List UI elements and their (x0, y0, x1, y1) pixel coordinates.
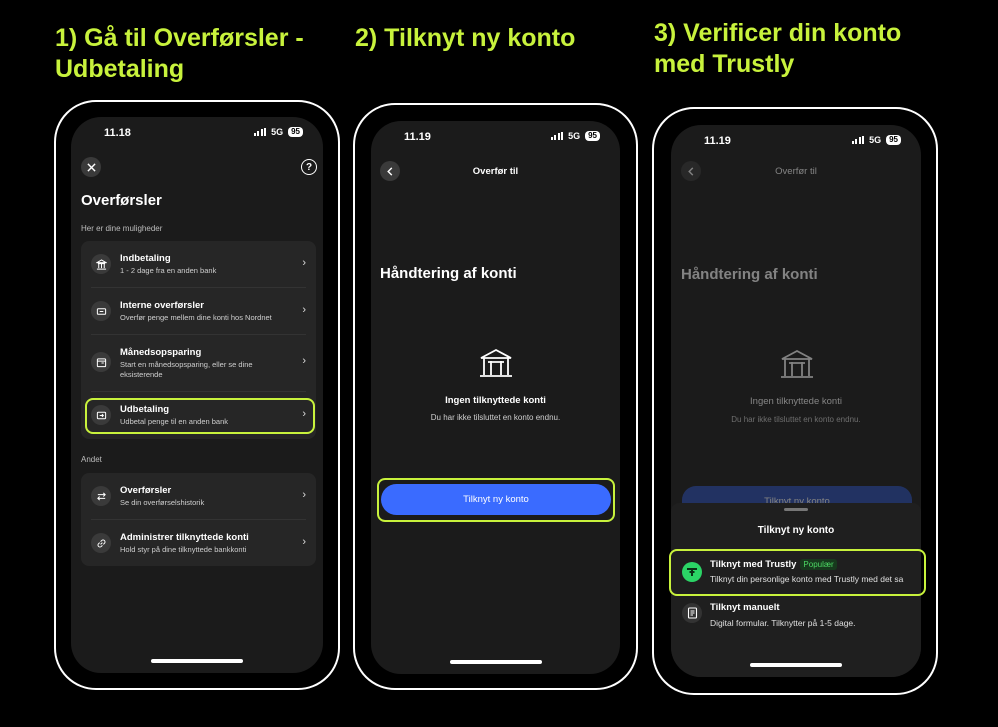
status-bar: 11.19 5G 95 (371, 121, 620, 151)
help-button[interactable]: ? (301, 159, 317, 175)
highlight-trustly (669, 549, 926, 596)
status-bar: 11.19 5G 95 (671, 125, 921, 155)
transfer-icon (91, 301, 111, 321)
close-icon (86, 162, 96, 172)
option-manual-title: Tilknyt manuelt (710, 602, 780, 613)
step-1-title-line1: 1) Gå til Overførsler - (55, 24, 304, 52)
home-indicator (449, 660, 542, 664)
step-3-title: 3) Verificer din konto med Trustly (654, 18, 901, 80)
home-indicator (750, 663, 842, 667)
step-3-title-line2: med Trustly (654, 50, 795, 78)
sheet-title: Tilknyt ny konto (757, 525, 835, 536)
empty-state-title: Ingen tilknyttede konti (750, 396, 842, 407)
list-item-title: Overførsler (120, 485, 172, 496)
page-heading: Håndtering af konti (681, 266, 818, 283)
highlight-add-account (377, 478, 615, 522)
sheet-handle[interactable] (784, 508, 808, 511)
highlight-udbetaling (85, 398, 315, 434)
empty-state-title: Ingen tilknyttede konti (445, 395, 546, 406)
status-time: 11.19 (404, 131, 431, 143)
status-time: 11.18 (104, 127, 131, 139)
status-right: 5G 95 (253, 127, 303, 137)
battery-icon: 95 (585, 131, 600, 141)
empty-state-subtitle: Du har ikke tilsluttet en konto endnu. (430, 413, 561, 422)
battery-icon: 95 (886, 135, 901, 145)
step-1-title-line2: Udbetaling (55, 55, 185, 83)
status-network: 5G (869, 135, 882, 145)
bank-building-icon (779, 348, 815, 385)
list-item-subtitle: Overfør penge mellem dine konti hos Nord… (120, 313, 272, 322)
list-item-title: Administrer tilknyttede konti (120, 532, 249, 543)
empty-state-subtitle: Du har ikke tilsluttet en konto endnu. (731, 415, 861, 424)
arrows-icon (91, 486, 111, 506)
chevron-right-icon: › (302, 304, 306, 316)
list-item-overforsler[interactable]: Overførsler Se din overførselshistorik › (81, 473, 316, 519)
status-network: 5G (568, 131, 581, 141)
list-item-subtitle: Se din overførselshistorik (120, 498, 205, 507)
nav-title: Overfør til (472, 166, 519, 177)
page-title: Overførsler (81, 192, 162, 209)
list-item-title: Indbetaling (120, 253, 171, 264)
status-right: 5G 95 (550, 131, 600, 141)
list-item-administrer-konti[interactable]: Administrer tilknyttede konti Hold styr … (81, 520, 316, 566)
list-item-subtitle: 1 - 2 dage fra en anden bank (120, 266, 217, 275)
option-manual-subtitle: Digital formular. Tilknytter på 1-5 dage… (710, 618, 856, 628)
phone-1-screen: 11.18 5G 95 ? Overførsler Her er dine mu… (71, 117, 323, 673)
option-manual[interactable]: Tilknyt manuelt Digital formular. Tilkny… (671, 598, 921, 642)
list-item-title: Månedsopsparing (120, 347, 202, 358)
phone-2-screen: 11.19 5G 95 Overfør til Håndtering af ko… (371, 121, 620, 674)
signal-icon (851, 136, 865, 144)
chevron-right-icon: › (302, 536, 306, 548)
link-icon (91, 533, 111, 553)
nav-title: Overfør til (775, 166, 817, 177)
page-heading: Håndtering af konti (380, 265, 517, 282)
status-right: 5G 95 (851, 135, 901, 145)
chevron-right-icon: › (302, 489, 306, 501)
section-label-other: Andet (81, 455, 102, 464)
step-1-title: 1) Gå til Overførsler - Udbetaling (55, 23, 304, 85)
chevron-right-icon: › (302, 355, 306, 367)
home-indicator (151, 659, 243, 663)
step-3-title-line1: 3) Verificer din konto (654, 19, 902, 47)
signal-icon (253, 128, 267, 136)
list-item-subtitle: Hold styr på dine tilknyttede bankkonti (120, 545, 247, 554)
list-item-title: Interne overførsler (120, 300, 204, 311)
bank-building-icon (478, 347, 514, 384)
list-item-indbetaling[interactable]: Indbetaling 1 - 2 dage fra en anden bank… (81, 241, 316, 287)
other-card: Overførsler Se din overførselshistorik ›… (81, 473, 316, 566)
section-label-options: Her er dine muligheder (81, 224, 163, 233)
list-item-interne-overforsler[interactable]: Interne overførsler Overfør penge mellem… (81, 288, 316, 334)
calendar-icon (91, 352, 111, 372)
status-bar: 11.18 5G 95 (71, 117, 323, 147)
status-network: 5G (271, 127, 284, 137)
chevron-right-icon: › (302, 257, 306, 269)
list-item-manedsopsparing[interactable]: Månedsopsparing Start en månedsopsparing… (81, 335, 316, 391)
close-button[interactable] (81, 157, 101, 177)
document-icon (682, 603, 702, 623)
step-2-title: 2) Tilknyt ny konto (355, 23, 575, 54)
battery-icon: 95 (288, 127, 303, 137)
signal-icon (550, 132, 564, 140)
list-item-subtitle-line2: eksisterende (120, 370, 163, 379)
step-2-title-line1: 2) Tilknyt ny konto (355, 24, 576, 52)
bank-icon (91, 254, 111, 274)
list-item-subtitle: Start en månedsopsparing, eller se dine (120, 360, 253, 369)
status-time: 11.19 (704, 135, 731, 147)
